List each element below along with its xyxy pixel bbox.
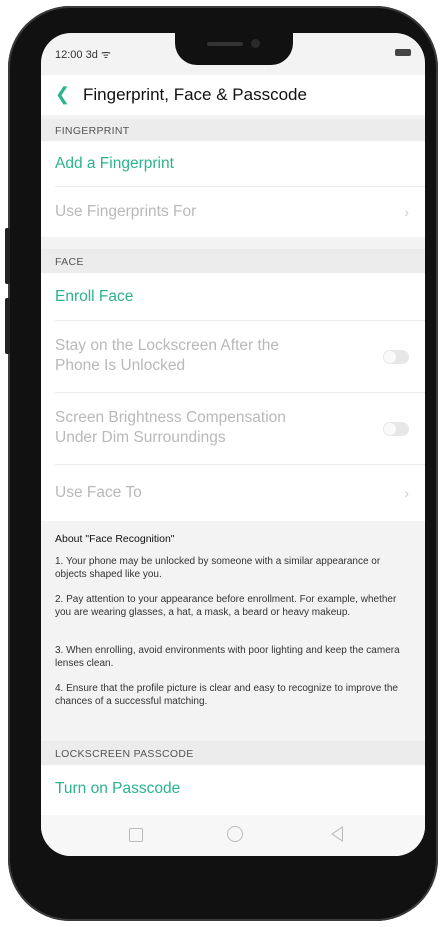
about-item-3: 3. When enrolling, avoid environments wi… — [55, 645, 400, 669]
use-face-to-label: Use Face To — [55, 484, 142, 501]
about-item-2: 2. Pay attention to your appearance befo… — [55, 594, 397, 618]
screen: 12:00 3d ᯤ ❮ Fingerprint, Face & Passcod… — [41, 33, 425, 856]
section-header-face: FACE — [41, 249, 425, 273]
section-header-fingerprint: FINGERPRINT — [41, 119, 425, 141]
stay-on-lockscreen-toggle[interactable] — [383, 350, 409, 364]
enroll-face-label: Enroll Face — [55, 288, 134, 305]
add-fingerprint-label: Add a Fingerprint — [55, 155, 174, 172]
back-triangle-icon[interactable] — [331, 826, 343, 842]
use-fingerprints-for-row[interactable]: Use Fingerprints For › — [41, 187, 425, 237]
stay-on-lockscreen-line1: Stay on the Lockscreen After the — [55, 337, 280, 354]
status-time: 12:00 3d ᯤ — [55, 49, 111, 61]
about-face-recognition: About "Face Recognition" 1. Your phone m… — [41, 525, 425, 765]
front-camera — [251, 39, 260, 48]
speaker-grille — [207, 42, 243, 46]
use-face-to-row[interactable]: Use Face To › — [41, 465, 425, 521]
use-fingerprints-for-label: Use Fingerprints For — [55, 203, 197, 220]
brightness-compensation-toggle[interactable] — [383, 422, 409, 436]
chevron-right-icon: › — [404, 485, 409, 501]
volume-up-button — [5, 228, 10, 284]
turn-on-passcode-label: Turn on Passcode — [55, 780, 181, 797]
brightness-compensation-row[interactable]: Screen Brightness Compensation Under Dim… — [41, 393, 425, 465]
section-label: FACE — [55, 256, 84, 268]
page-title: Fingerprint, Face & Passcode — [83, 85, 307, 104]
section-header-passcode: LOCKSCREEN PASSCODE — [41, 741, 425, 765]
turn-on-passcode-row[interactable]: Turn on Passcode — [41, 765, 425, 815]
recents-icon[interactable] — [129, 828, 143, 842]
add-fingerprint-row[interactable]: Add a Fingerprint — [41, 141, 425, 187]
brightness-compensation-line1: Screen Brightness Compensation — [55, 409, 286, 426]
brightness-compensation-line2: Under Dim Surroundings — [55, 429, 226, 446]
about-title: About "Face Recognition" — [55, 533, 175, 545]
stay-on-lockscreen-line2: Phone Is Unlocked — [55, 357, 186, 374]
chevron-left-icon[interactable]: ❮ — [55, 84, 70, 105]
volume-down-button — [5, 298, 10, 354]
header: ❮ Fingerprint, Face & Passcode — [41, 75, 425, 115]
section-label: LOCKSCREEN PASSCODE — [55, 748, 194, 760]
about-item-1: 1. Your phone may be unlocked by someone… — [55, 556, 381, 580]
home-icon[interactable] — [227, 826, 243, 842]
notch — [175, 33, 293, 65]
stay-on-lockscreen-row[interactable]: Stay on the Lockscreen After the Phone I… — [41, 321, 425, 393]
chevron-right-icon: › — [404, 204, 409, 220]
about-item-4: 4. Ensure that the profile picture is cl… — [55, 683, 398, 707]
battery-icon — [395, 49, 411, 56]
phone-frame: 12:00 3d ᯤ ❮ Fingerprint, Face & Passcod… — [5, 6, 438, 921]
navigation-bar — [41, 815, 425, 856]
section-label: FINGERPRINT — [55, 125, 130, 137]
enroll-face-row[interactable]: Enroll Face — [41, 273, 425, 321]
